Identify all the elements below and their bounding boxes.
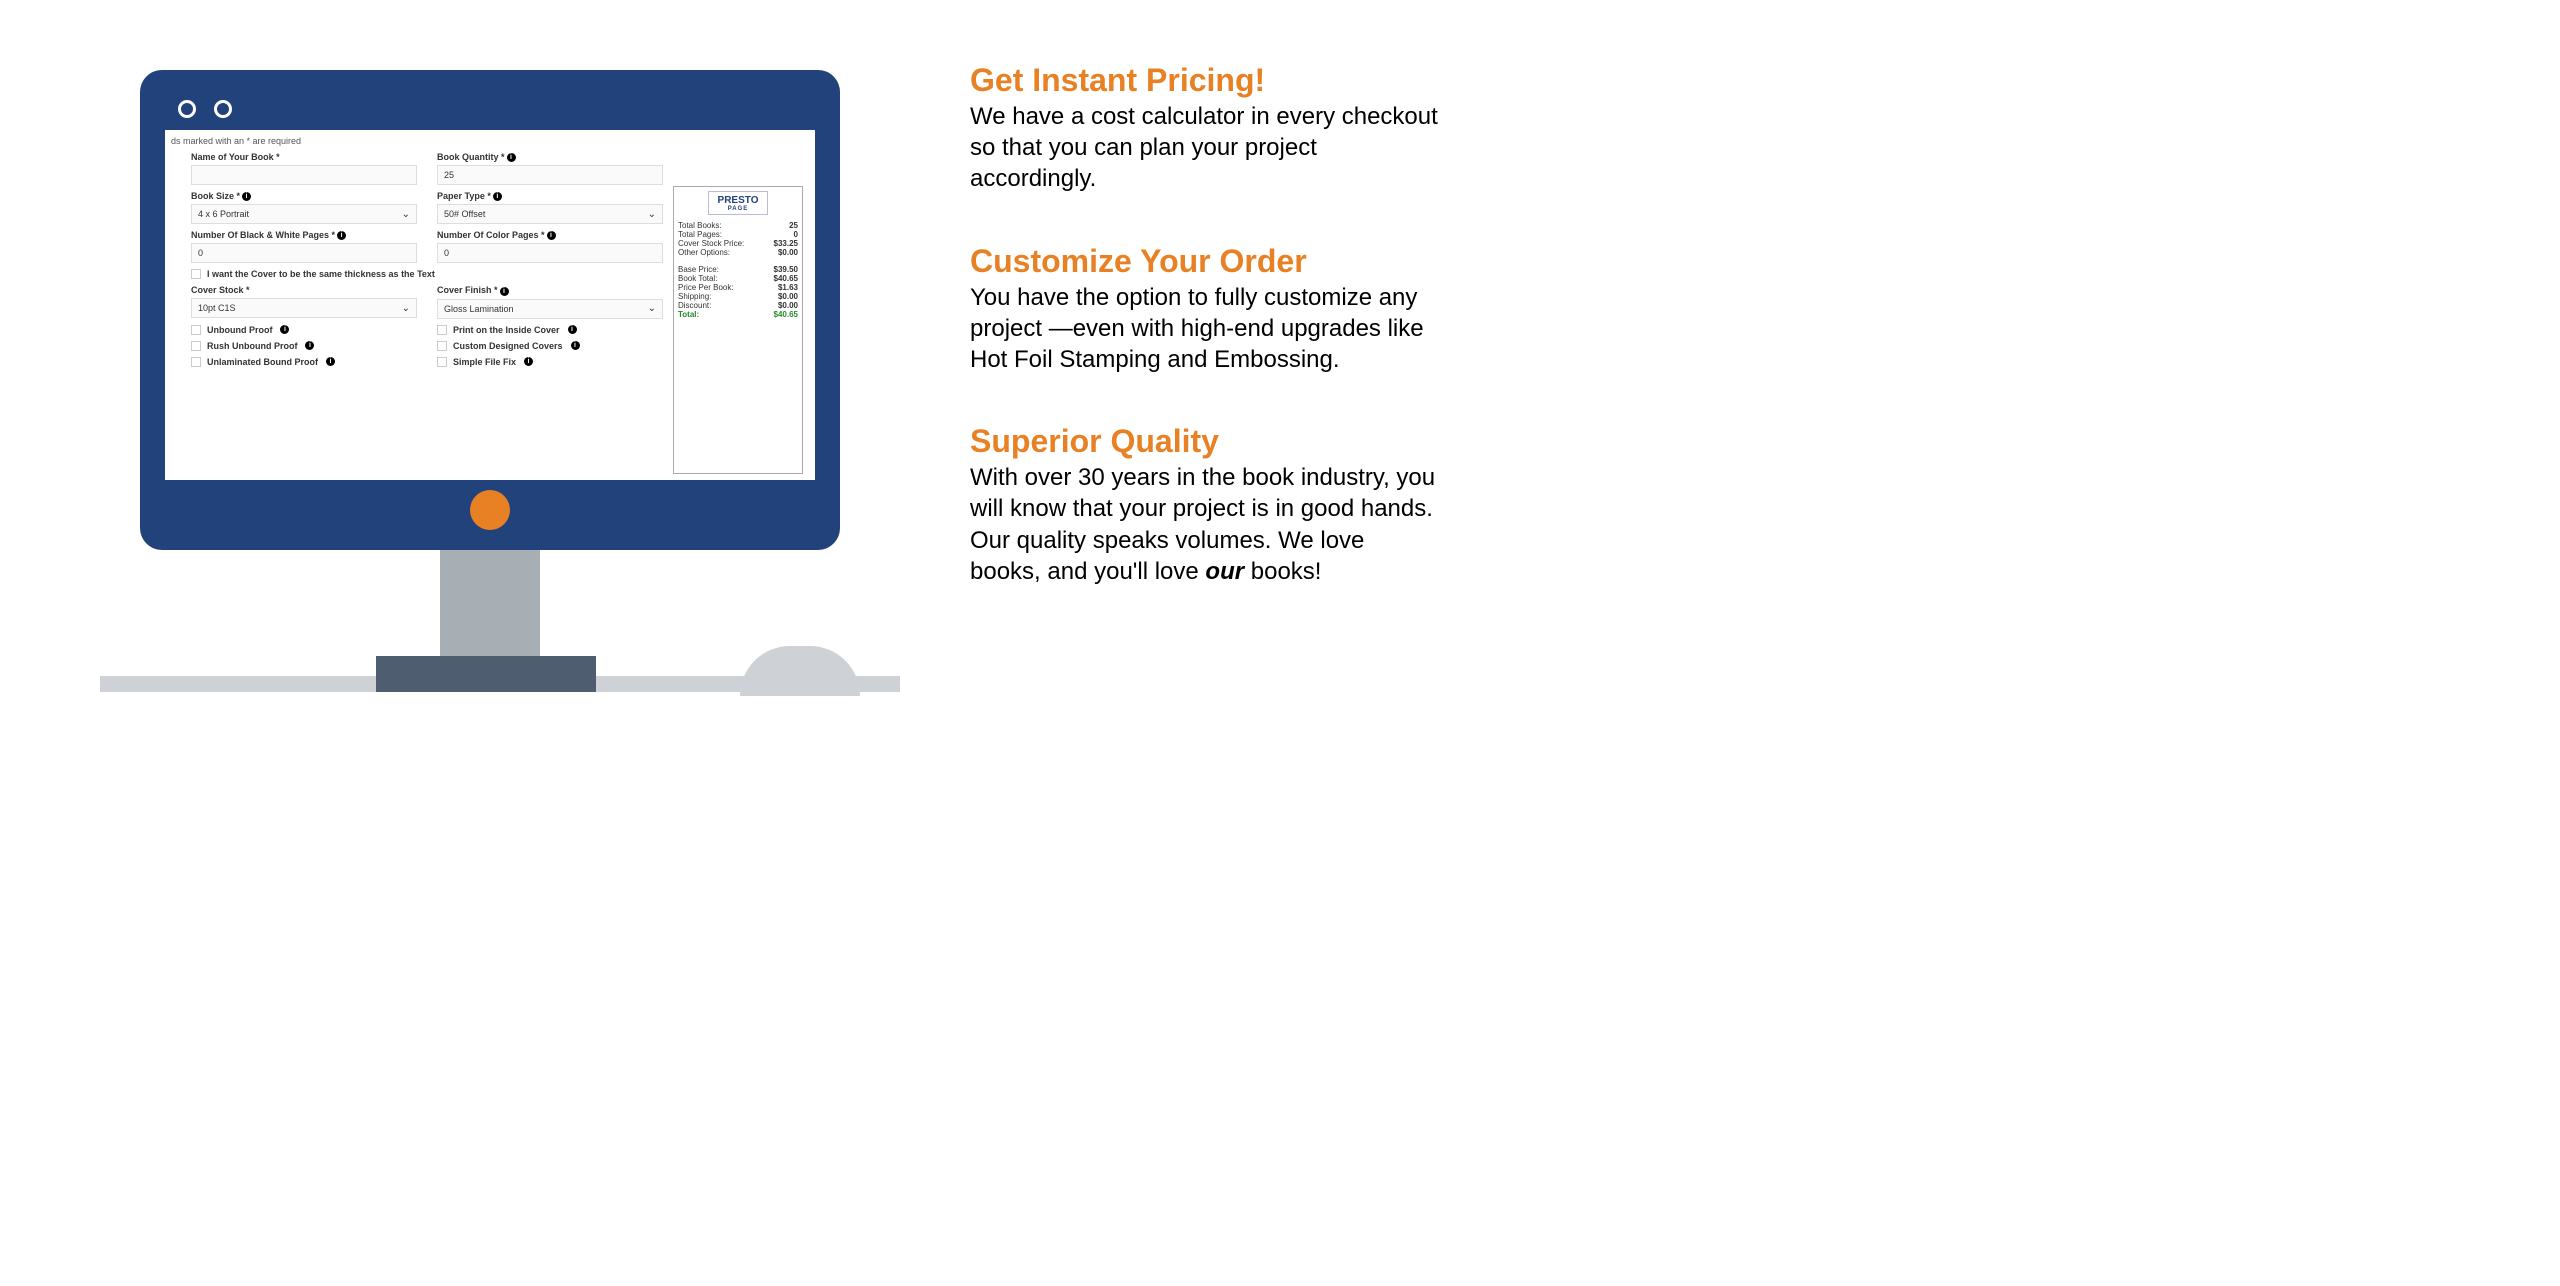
cover-finish-select[interactable]: Gloss Lamination⌄ xyxy=(437,299,663,319)
mouse-shape xyxy=(740,646,860,696)
order-form: ds marked with an * are required Name of… xyxy=(171,136,673,474)
book-size-label: Book Size *i xyxy=(191,191,417,201)
window-dot-icon xyxy=(178,100,196,118)
info-icon: i xyxy=(547,231,556,240)
feature-body: You have the option to fully customize a… xyxy=(970,282,1440,376)
price-row: Shipping:$0.00 xyxy=(678,292,798,301)
info-icon: i xyxy=(280,325,289,334)
checkbox-icon xyxy=(437,325,447,335)
feature-superior-quality: Superior Quality With over 30 years in t… xyxy=(970,423,1440,587)
home-button-icon xyxy=(470,490,510,530)
window-controls xyxy=(178,100,232,118)
book-size-select[interactable]: 4 x 6 Portrait⌄ xyxy=(191,204,417,224)
info-icon: i xyxy=(571,341,580,350)
option-unlaminated-bound-proof[interactable]: Unlaminated Bound Proof i xyxy=(191,357,417,367)
info-icon: i xyxy=(305,341,314,350)
cover-stock-label: Cover Stock * xyxy=(191,285,417,295)
price-total: Total:$40.65 xyxy=(678,310,798,319)
checkbox-icon xyxy=(191,269,201,279)
color-pages-label: Number Of Color Pages *i xyxy=(437,230,663,240)
feature-customize-order: Customize Your Order You have the option… xyxy=(970,243,1440,376)
paper-type-label: Paper Type *i xyxy=(437,191,663,201)
feature-title: Customize Your Order xyxy=(970,243,1440,280)
option-simple-file-fix[interactable]: Simple File Fix i xyxy=(437,357,663,367)
name-of-book-input[interactable] xyxy=(191,165,417,185)
pricing-summary-card: PRESTO PAGE Total Books:25 Total Pages:0… xyxy=(673,186,803,474)
same-thickness-checkbox[interactable]: I want the Cover to be the same thicknes… xyxy=(191,269,663,279)
price-row: Total Books:25 xyxy=(678,221,798,230)
price-row: Cover Stock Price:$33.25 xyxy=(678,239,798,248)
book-quantity-label: Book Quantity *i xyxy=(437,152,663,162)
checkbox-icon xyxy=(437,341,447,351)
info-icon: i xyxy=(507,153,516,162)
feature-body: We have a cost calculator in every check… xyxy=(970,101,1440,195)
feature-title: Superior Quality xyxy=(970,423,1440,460)
feature-title: Get Instant Pricing! xyxy=(970,62,1440,99)
window-dot-icon xyxy=(214,100,232,118)
checkbox-icon xyxy=(191,357,201,367)
info-icon: i xyxy=(493,192,502,201)
option-unbound-proof[interactable]: Unbound Proof i xyxy=(191,325,417,335)
chevron-down-icon: ⌄ xyxy=(648,209,656,220)
hero-illustration: ds marked with an * are required Name of… xyxy=(0,0,950,1286)
color-pages-input[interactable]: 0 xyxy=(437,243,663,263)
option-custom-designed-covers[interactable]: Custom Designed Covers i xyxy=(437,341,663,351)
price-row: Total Pages:0 xyxy=(678,230,798,239)
checkbox-icon xyxy=(191,325,201,335)
feature-list: Get Instant Pricing! We have a cost calc… xyxy=(950,0,2560,1286)
screen-content: ds marked with an * are required Name of… xyxy=(165,130,815,480)
monitor-frame: ds marked with an * are required Name of… xyxy=(140,70,840,550)
book-quantity-input[interactable]: 25 xyxy=(437,165,663,185)
info-icon: i xyxy=(524,357,533,366)
checkbox-icon xyxy=(191,341,201,351)
info-icon: i xyxy=(568,325,577,334)
cover-stock-select[interactable]: 10pt C1S⌄ xyxy=(191,298,417,318)
chevron-down-icon: ⌄ xyxy=(402,303,410,314)
chevron-down-icon: ⌄ xyxy=(648,303,656,314)
required-note: ds marked with an * are required xyxy=(171,136,663,146)
name-of-book-label: Name of Your Book * xyxy=(191,152,417,162)
info-icon: i xyxy=(500,287,509,296)
monitor-stand-base xyxy=(376,656,596,692)
price-row: Book Total:$40.65 xyxy=(678,274,798,283)
cover-finish-label: Cover Finish *i xyxy=(437,285,663,295)
price-row: Base Price:$39.50 xyxy=(678,265,798,274)
paper-type-select[interactable]: 50# Offset⌄ xyxy=(437,204,663,224)
price-row: Price Per Book:$1.63 xyxy=(678,283,798,292)
presto-page-logo: PRESTO PAGE xyxy=(708,191,768,215)
option-rush-unbound-proof[interactable]: Rush Unbound Proof i xyxy=(191,341,417,351)
feature-instant-pricing: Get Instant Pricing! We have a cost calc… xyxy=(970,62,1440,195)
option-print-inside-cover[interactable]: Print on the Inside Cover i xyxy=(437,325,663,335)
info-icon: i xyxy=(337,231,346,240)
checkbox-icon xyxy=(437,357,447,367)
bw-pages-label: Number Of Black & White Pages *i xyxy=(191,230,417,240)
info-icon: i xyxy=(242,192,251,201)
chevron-down-icon: ⌄ xyxy=(402,209,410,220)
info-icon: i xyxy=(326,357,335,366)
bw-pages-input[interactable]: 0 xyxy=(191,243,417,263)
price-row: Other Options:$0.00 xyxy=(678,248,798,257)
monitor-stand-neck xyxy=(440,550,540,670)
feature-body: With over 30 years in the book industry,… xyxy=(970,462,1440,587)
price-row: Discount:$0.00 xyxy=(678,301,798,310)
